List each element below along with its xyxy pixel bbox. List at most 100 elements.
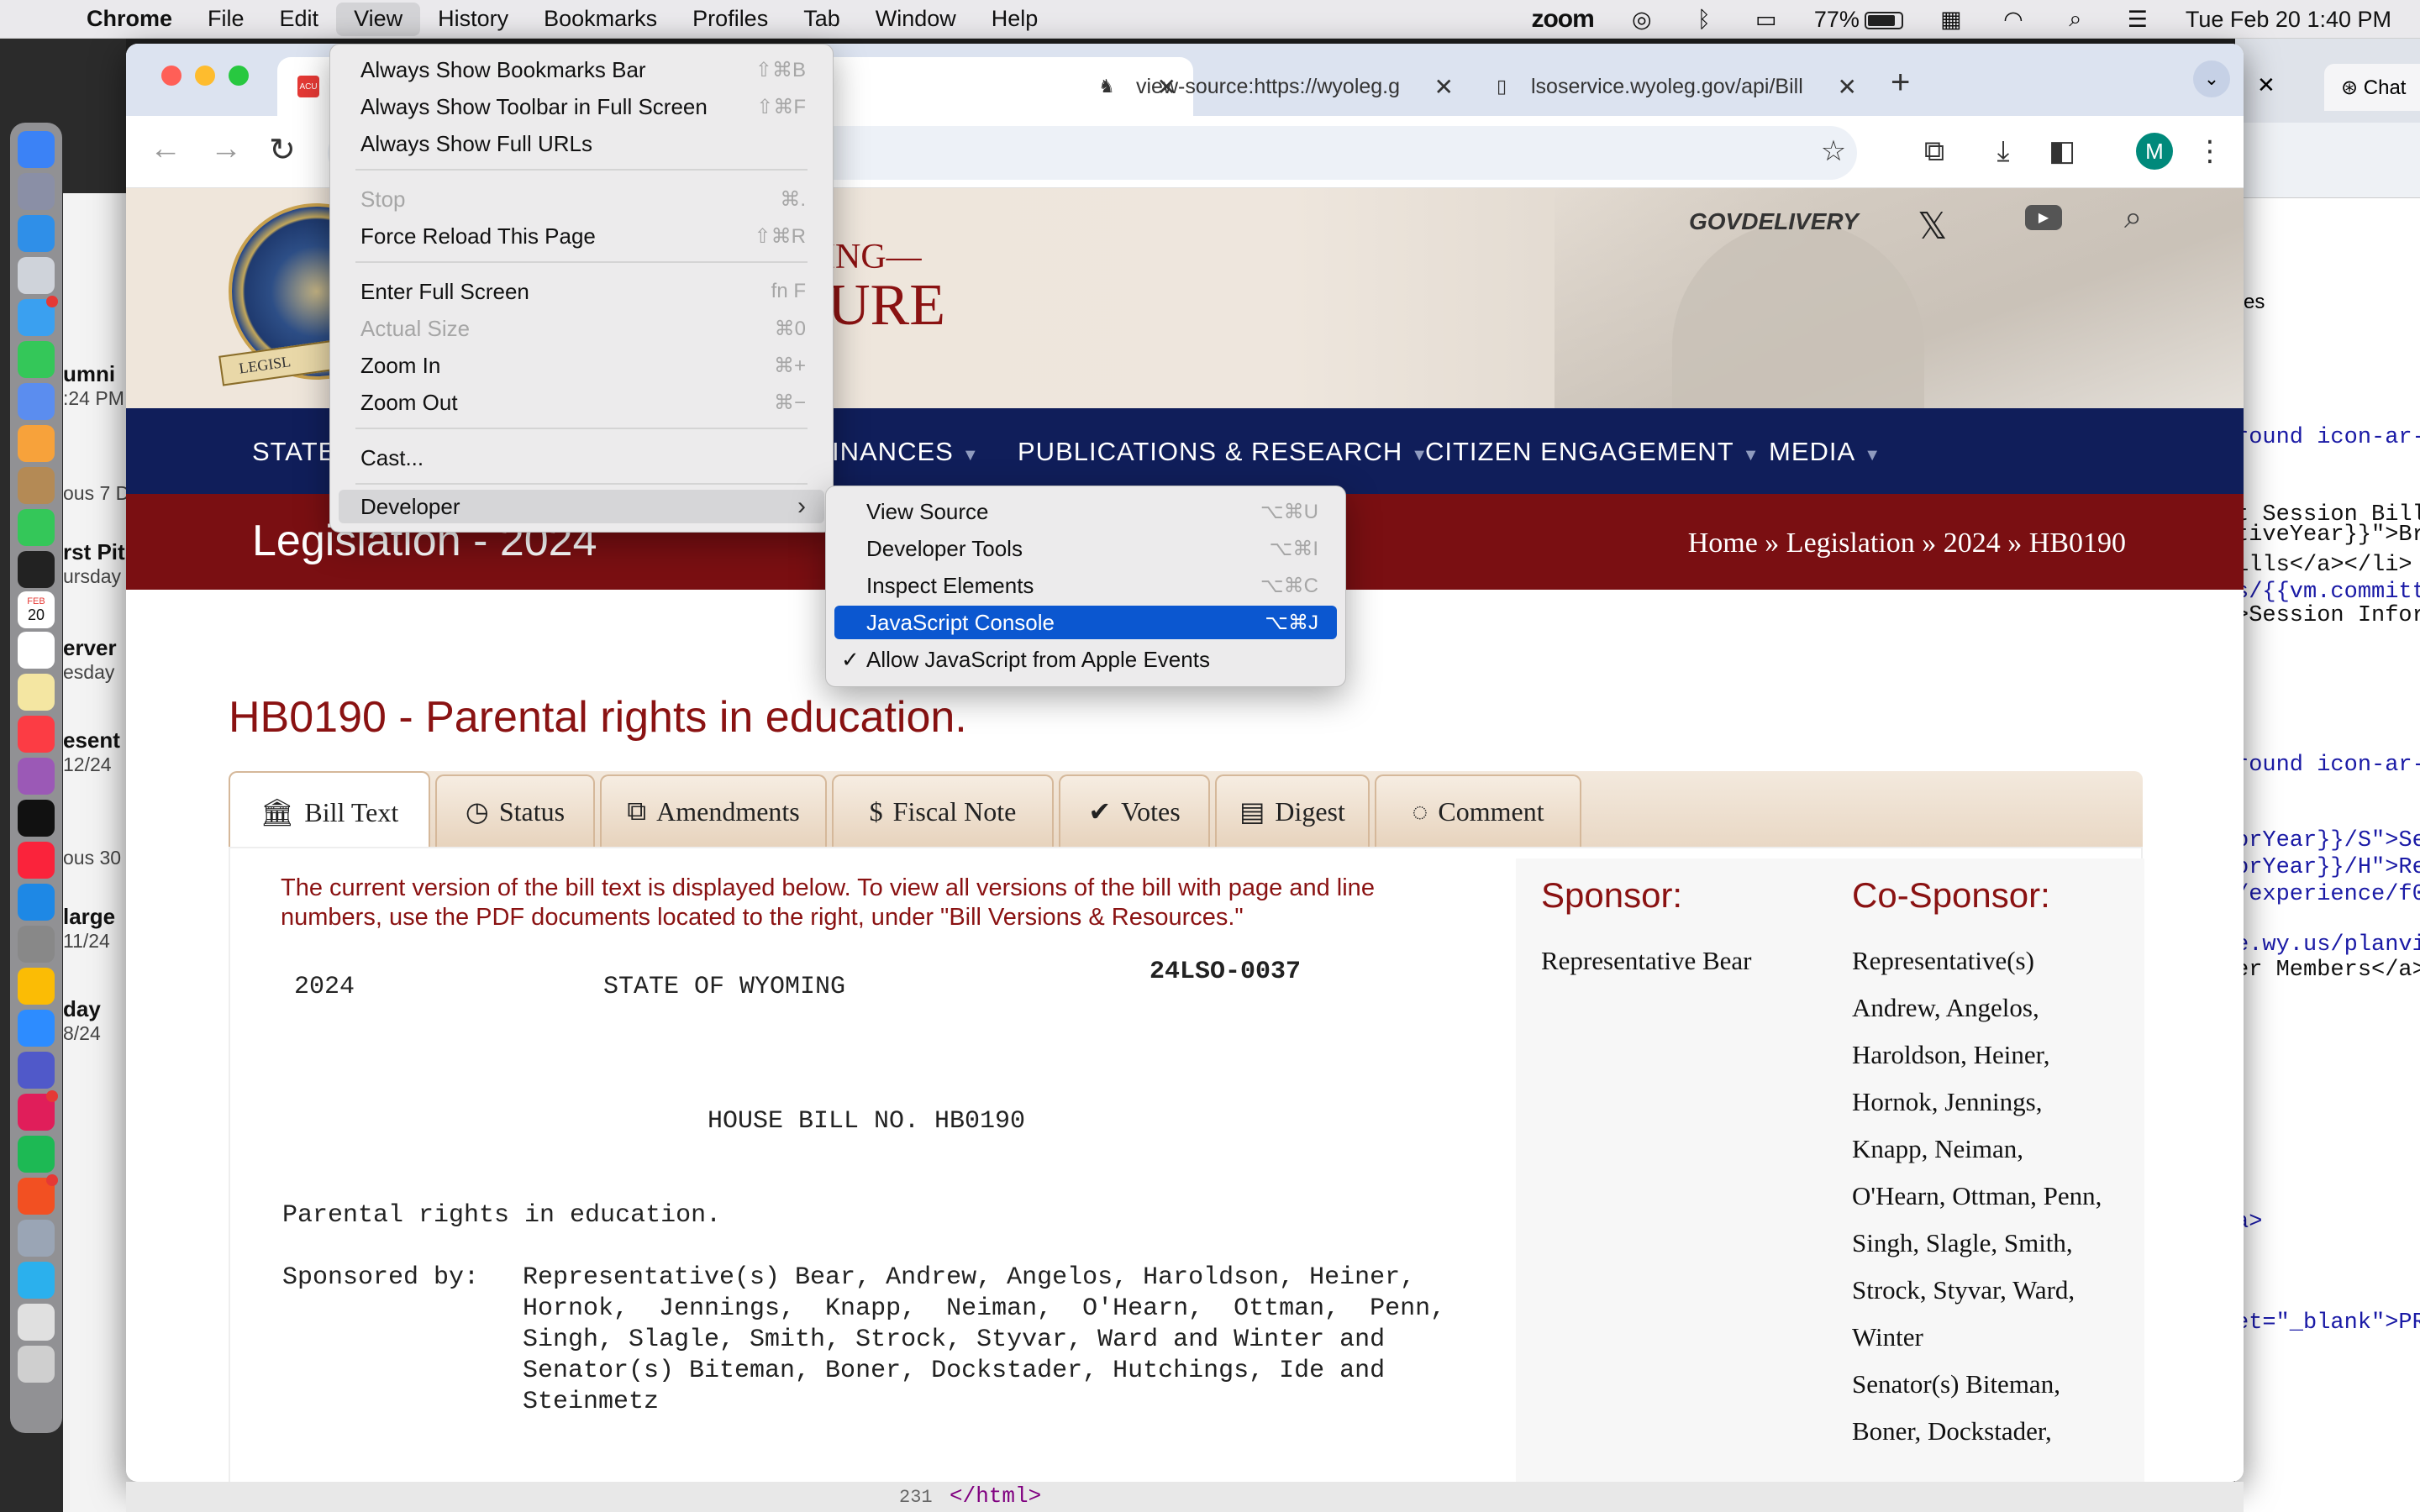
menu-tab[interactable]: Tab bbox=[786, 0, 858, 39]
menu-window[interactable]: Window bbox=[858, 0, 974, 39]
tab-view-source[interactable]: ♞ view-source:https://wyoleg.g ✕ bbox=[1076, 57, 1470, 116]
background-tab[interactable]: ⊛ Chat bbox=[2324, 64, 2420, 111]
slack-icon[interactable] bbox=[18, 1090, 58, 1131]
podcasts-icon[interactable] bbox=[18, 758, 55, 795]
new-tab-icon[interactable]: + bbox=[1891, 64, 1910, 102]
numbers-icon[interactable] bbox=[18, 1262, 55, 1299]
maximize-window-icon[interactable] bbox=[229, 66, 249, 86]
wifi-icon[interactable]: ◠ bbox=[1999, 7, 2028, 32]
app-store-icon[interactable] bbox=[18, 884, 55, 921]
nav-item-state[interactable]: STATE bbox=[252, 437, 336, 467]
close-tab-icon[interactable]: ✕ bbox=[1434, 73, 1454, 101]
menu-app-name[interactable]: Chrome bbox=[69, 0, 190, 39]
x-twitter-icon[interactable]: 𝕏 bbox=[1918, 205, 1947, 248]
govdelivery-link[interactable]: GOVDELIVERY bbox=[1689, 208, 1859, 235]
close-window-icon[interactable] bbox=[161, 66, 182, 86]
menu-item-always-show-bookmarks-bar[interactable]: Always Show Bookmarks Bar ⇧⌘B bbox=[339, 53, 824, 87]
office-icon[interactable] bbox=[18, 1174, 58, 1215]
maps-icon[interactable] bbox=[18, 383, 55, 420]
tab-bill-text[interactable]: 🏛 Bill Text bbox=[229, 771, 430, 852]
photos-icon[interactable] bbox=[18, 425, 55, 462]
nav-item-citizen-engagement[interactable]: CITIZEN ENGAGEMENT ▼ bbox=[1425, 437, 1760, 467]
music-icon[interactable] bbox=[18, 716, 55, 753]
menu-edit[interactable]: Edit bbox=[262, 0, 337, 39]
tab-digest[interactable]: ▤ Digest bbox=[1215, 774, 1370, 847]
tab-comment[interactable]: ◌ Comment bbox=[1375, 774, 1581, 847]
chrome-icon[interactable] bbox=[18, 968, 55, 1005]
menu-item-allow-javascript-apple-events[interactable]: ✓ Allow JavaScript from Apple Events bbox=[834, 643, 1337, 676]
battery-status[interactable]: 77% bbox=[1814, 7, 1903, 33]
facetime-icon[interactable] bbox=[18, 341, 55, 378]
site-search-icon[interactable]: ⌕ bbox=[2124, 200, 2142, 236]
menu-item-inspect-elements[interactable]: Inspect Elements ⌥⌘C bbox=[834, 569, 1337, 602]
nav-item-media[interactable]: MEDIA ▼ bbox=[1769, 437, 1881, 467]
menu-item-enter-full-screen[interactable]: Enter Full Screen fn F bbox=[339, 275, 824, 308]
menu-file[interactable]: File bbox=[190, 0, 262, 39]
menu-item-force-reload[interactable]: Force Reload This Page ⇧⌘R bbox=[339, 219, 824, 253]
back-icon[interactable]: ← bbox=[150, 131, 182, 167]
menu-item-javascript-console[interactable]: JavaScript Console ⌥⌘J bbox=[834, 606, 1337, 639]
apple-tv-icon[interactable] bbox=[18, 800, 55, 837]
menu-item-cast[interactable]: Cast... bbox=[339, 441, 824, 475]
tab-search-chevron-icon[interactable]: ⌄ bbox=[2193, 60, 2230, 97]
screenshot-icon[interactable] bbox=[18, 257, 55, 294]
breadcrumb[interactable]: Home » Legislation » 2024 » HB0190 bbox=[1688, 528, 2126, 559]
tab-status[interactable]: ◷ Status bbox=[435, 774, 595, 847]
nav-item-finances[interactable]: INANCES ▼ bbox=[832, 437, 980, 467]
avatar[interactable]: M bbox=[2136, 133, 2173, 170]
reload-icon[interactable]: ↻ bbox=[269, 131, 296, 169]
menu-bookmarks[interactable]: Bookmarks bbox=[526, 0, 675, 39]
tab-amendments[interactable]: ⧉ Amendments bbox=[600, 774, 827, 847]
download-icon[interactable]: ⤓ bbox=[1985, 133, 2022, 170]
forward-icon[interactable]: → bbox=[210, 131, 242, 167]
mail-icon[interactable] bbox=[18, 296, 58, 336]
bluetooth-icon[interactable]: ᛒ bbox=[1690, 7, 1718, 32]
keyboard-icon[interactable]: ▦ bbox=[1937, 7, 1965, 32]
launchpad-icon[interactable] bbox=[18, 173, 55, 210]
menu-history[interactable]: History bbox=[420, 0, 526, 39]
menu-profiles[interactable]: Profiles bbox=[675, 0, 786, 39]
reminders-icon[interactable] bbox=[18, 632, 55, 669]
menu-item-view-source[interactable]: View Source ⌥⌘U bbox=[834, 495, 1337, 528]
bookmark-star-icon[interactable]: ☆ bbox=[1815, 133, 1852, 170]
tab-fiscal-note[interactable]: $ Fiscal Note bbox=[832, 774, 1054, 847]
system-settings-icon[interactable] bbox=[18, 926, 55, 963]
tab-api[interactable]: ▯ lsoservice.wyoleg.gov/api/Bill ✕ bbox=[1470, 57, 1874, 116]
extensions-icon[interactable]: ⧉ bbox=[1916, 133, 1953, 170]
menu-item-developer[interactable]: Developer › bbox=[339, 490, 824, 523]
messages-icon[interactable] bbox=[18, 509, 55, 546]
spotlight-search-icon[interactable]: ⌕ bbox=[2061, 6, 2090, 31]
site-logo-bottom[interactable]: URE bbox=[828, 272, 945, 339]
news-icon[interactable] bbox=[18, 842, 55, 879]
terminal-icon[interactable] bbox=[18, 551, 55, 588]
zoom-status-icon[interactable]: zoom bbox=[1531, 5, 1594, 34]
safari-icon[interactable] bbox=[18, 215, 55, 252]
side-panel-icon[interactable]: ◧ bbox=[2044, 133, 2081, 170]
document-stack-icon[interactable] bbox=[18, 1304, 55, 1341]
menu-item-developer-tools[interactable]: Developer Tools ⌥⌘I bbox=[834, 532, 1337, 565]
close-icon[interactable]: ✕ bbox=[2257, 72, 2275, 98]
trash-icon[interactable] bbox=[18, 1346, 55, 1383]
spotify-icon[interactable] bbox=[18, 1136, 55, 1173]
menu-item-zoom-out[interactable]: Zoom Out ⌘− bbox=[339, 386, 824, 419]
menu-view[interactable]: View bbox=[336, 2, 421, 36]
site-logo-top[interactable]: ING— bbox=[823, 237, 922, 277]
minimize-window-icon[interactable] bbox=[195, 66, 215, 86]
nav-item-publications[interactable]: PUBLICATIONS & RESEARCH ▼ bbox=[1018, 437, 1428, 467]
youtube-icon[interactable]: ▶ bbox=[2025, 205, 2062, 230]
sponsor-name[interactable]: Representative Bear bbox=[1541, 937, 1751, 984]
preview-icon[interactable] bbox=[18, 1220, 55, 1257]
background-urlbar[interactable] bbox=[2235, 123, 2420, 198]
menu-item-always-show-full-urls[interactable]: Always Show Full URLs bbox=[339, 127, 824, 160]
menu-item-zoom-in[interactable]: Zoom In ⌘+ bbox=[339, 349, 824, 382]
zoom-app-icon[interactable] bbox=[18, 1010, 55, 1047]
finder-icon[interactable] bbox=[18, 131, 55, 168]
screen-mirroring-icon[interactable]: ▭ bbox=[1752, 7, 1781, 32]
calendar-icon[interactable]: FEB 20 bbox=[18, 591, 55, 628]
close-tab-icon[interactable]: ✕ bbox=[1838, 73, 1857, 101]
tab-votes[interactable]: ✔ Votes bbox=[1059, 774, 1210, 847]
more-menu-icon[interactable]: ⋮ bbox=[2191, 133, 2228, 170]
menu-help[interactable]: Help bbox=[974, 0, 1056, 39]
menu-item-always-show-toolbar[interactable]: Always Show Toolbar in Full Screen ⇧⌘F bbox=[339, 90, 824, 123]
menubar-clock[interactable]: Tue Feb 20 1:40 PM bbox=[2186, 7, 2391, 33]
